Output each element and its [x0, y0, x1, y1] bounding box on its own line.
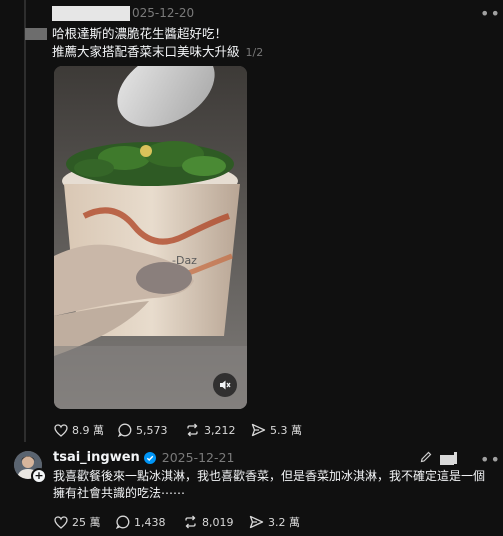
share-count: 5.3 萬	[270, 424, 302, 437]
post-video[interactable]: -Daz	[54, 66, 247, 409]
post-text-line: 推薦大家搭配香菜末口美味大升級	[52, 44, 240, 59]
reply-body: 我喜歡餐後來一點冰淇淋，我也喜歡香菜，但是香菜加冰淇淋，我不確定這是一個 擁有社…	[53, 468, 493, 502]
reply-username[interactable]: tsai_ingwen	[53, 450, 140, 465]
thread-connector-line	[24, 0, 26, 442]
like-button[interactable]: 25 萬	[54, 514, 116, 530]
reply-text-line: 擁有社會共識的吃法⋯⋯	[53, 486, 186, 500]
post-actions: 8.9 萬 5,573 3,212 5.3 萬	[54, 422, 302, 438]
reply-date: 2025-12-21	[161, 450, 235, 465]
edit-pencil-icon[interactable]	[420, 451, 432, 463]
more-options-icon[interactable]: •••	[480, 4, 503, 23]
redacted-mark	[454, 452, 457, 464]
repost-icon	[185, 515, 196, 529]
media-counter: 1/2	[245, 46, 264, 59]
redacted-mark	[440, 455, 454, 465]
mute-button[interactable]	[213, 373, 237, 397]
repost-button[interactable]: 3,212	[185, 423, 251, 437]
heart-icon	[54, 515, 68, 529]
repost-icon	[187, 423, 198, 437]
repost-button[interactable]: 8,019	[183, 515, 249, 529]
post-body: 哈根達斯的濃脆花生醬超好吃！ 推薦大家搭配香菜末口美味大升級 1/2	[52, 25, 263, 62]
share-count: 3.2 萬	[268, 516, 300, 529]
like-button[interactable]: 8.9 萬	[54, 422, 118, 438]
post-text-line: 哈根達斯的濃脆花生醬超好吃！	[52, 26, 228, 41]
heart-icon	[54, 423, 68, 437]
send-icon	[251, 423, 266, 437]
video-frame-image: -Daz	[54, 66, 247, 409]
reply-actions: 25 萬 1,438 8,019 3.2 萬	[54, 514, 300, 530]
post-date: 025-12-20	[132, 6, 195, 20]
redacted-username	[52, 5, 130, 21]
repost-count: 8,019	[202, 515, 234, 529]
share-button[interactable]: 3.2 萬	[249, 514, 300, 530]
comment-icon	[118, 423, 132, 437]
comment-button[interactable]: 5,573	[118, 423, 185, 437]
reply-text-line: 我喜歡餐後來一點冰淇淋，我也喜歡香菜，但是香菜加冰淇淋，我不確定這是一個	[53, 469, 486, 483]
post-header: 025-12-20	[52, 5, 194, 21]
reply-header: tsai_ingwen 2025-12-21	[53, 450, 234, 465]
like-count: 25 萬	[72, 516, 101, 529]
comment-count: 5,573	[136, 423, 168, 437]
redacted-avatar	[25, 28, 47, 40]
share-button[interactable]: 5.3 萬	[251, 422, 302, 438]
repost-count: 3,212	[204, 423, 236, 437]
threads-feed: 025-12-20 ••• 哈根達斯的濃脆花生醬超好吃！ 推薦大家搭配香菜末口美…	[0, 0, 503, 536]
comment-icon	[116, 515, 130, 529]
comment-count: 1,438	[134, 515, 166, 529]
follow-plus-icon[interactable]: +	[31, 468, 47, 484]
more-options-icon[interactable]: •••	[480, 450, 503, 469]
speaker-muted-icon	[220, 380, 231, 390]
comment-button[interactable]: 1,438	[116, 515, 183, 529]
like-count: 8.9 萬	[72, 424, 104, 437]
send-icon	[249, 515, 264, 529]
verified-badge-icon	[143, 451, 156, 464]
